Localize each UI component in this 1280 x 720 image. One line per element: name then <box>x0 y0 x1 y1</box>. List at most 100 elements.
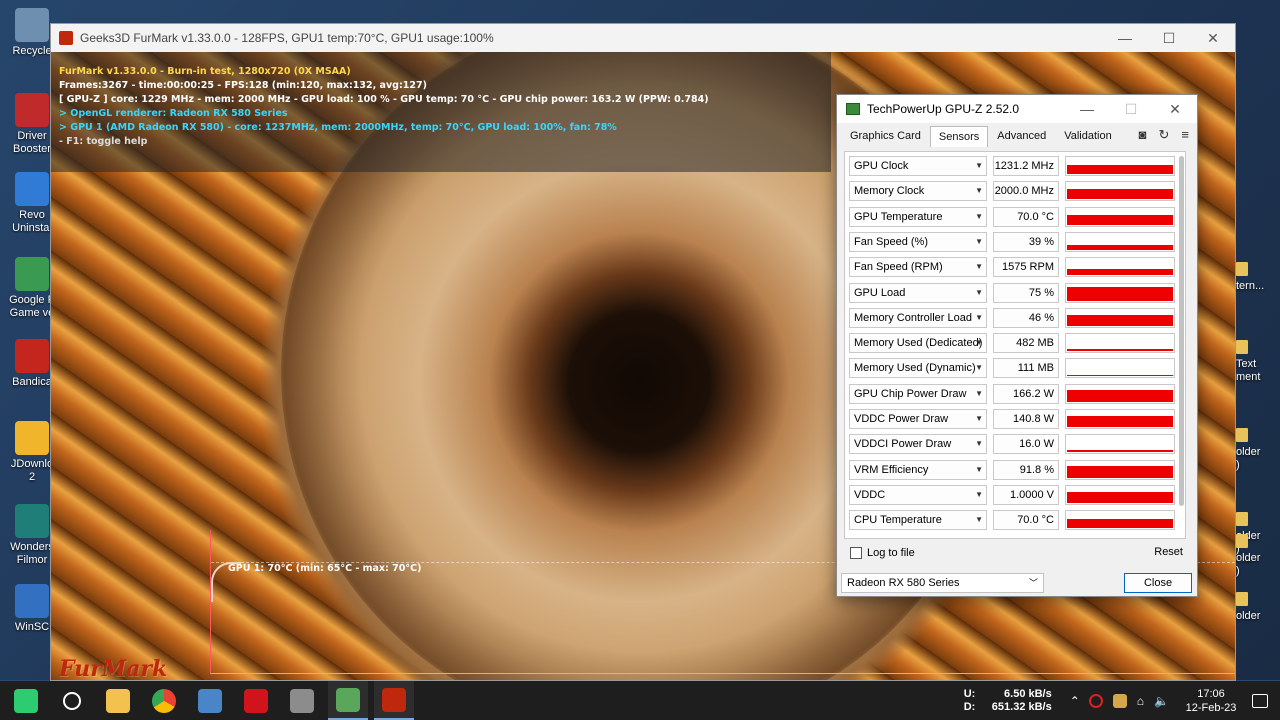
desktop-icon[interactable]: tern... <box>1236 262 1280 293</box>
tab-sensors[interactable]: Sensors <box>929 126 989 147</box>
sensor-graph <box>1065 409 1175 429</box>
sensor-graph-fill <box>1067 314 1173 326</box>
furmark-logo: FurMark <box>59 656 168 680</box>
upload-value: 6.50 kB/s <box>1004 688 1052 700</box>
system-tray: U: 6.50 kB/s D: 651.32 kB/s ⌃ ⌂ 🔈 17:06 … <box>964 681 1280 720</box>
sensor-name: VDDC <box>854 488 886 501</box>
notification-icon[interactable] <box>1252 693 1268 708</box>
folder-icon <box>1236 428 1248 442</box>
sensor-value: 111 MB <box>993 358 1059 379</box>
close-button[interactable]: Close <box>1124 573 1192 593</box>
device-select[interactable]: Radeon RX 580 Series ﹀ <box>841 573 1044 593</box>
chevron-up-icon[interactable]: ⌃ <box>1070 694 1080 708</box>
sensor-graph-fill <box>1067 416 1173 427</box>
sensor-graph-fill <box>1067 286 1173 301</box>
sensor-graph-fill <box>1067 214 1173 225</box>
sensor-row: Fan Speed (RPM) ▼ 1575 RPM <box>849 257 1179 279</box>
sensor-graph <box>1065 257 1175 278</box>
sensor-name-dropdown[interactable]: GPU Temperature ▼ <box>849 206 987 227</box>
desktop-icon[interactable]: Text ment <box>1236 340 1280 384</box>
maximize-icon[interactable]: ☐ <box>1147 24 1191 52</box>
desktop-icon[interactable]: older <box>1236 592 1280 623</box>
sensor-list[interactable]: GPU Clock ▼ 1231.2 MHz Memory Clock ▼ 2000.0 … <box>844 151 1186 539</box>
taskbar-start-button[interactable] <box>6 681 46 720</box>
sensor-row: GPU Temperature ▼ 70.0 °C <box>849 206 1179 229</box>
sensor-row: CPU Temperature ▼ 70.0 °C <box>849 510 1179 532</box>
log-to-file-option[interactable]: Log to file <box>850 547 915 559</box>
sensor-row: VDDC ▼ 1.0000 V <box>849 484 1179 507</box>
gpu-tool-icon <box>290 688 314 713</box>
sensor-value: 46 % <box>993 307 1059 328</box>
sensor-value: 16.0 W <box>993 434 1059 455</box>
sensor-name: GPU Chip Power Draw <box>854 387 967 400</box>
clock[interactable]: 17:06 12-Feb-23 <box>1180 687 1242 715</box>
osd-line-1: FurMark v1.33.0.0 - Burn-in test, 1280x7… <box>59 66 351 77</box>
refresh-icon[interactable]: ↻ <box>1159 127 1170 143</box>
desktop-icon[interactable]: older ) <box>1236 534 1280 578</box>
taskbar-monitor-app-button[interactable] <box>190 681 230 720</box>
furmark-titlebar[interactable]: Geeks3D FurMark v1.33.0.0 - 128FPS, GPU1… <box>51 24 1235 52</box>
sensor-name-dropdown[interactable]: VRM Efficiency ▼ <box>849 459 987 480</box>
sensor-name-dropdown[interactable]: Fan Speed (RPM) ▼ <box>849 257 987 278</box>
tab-validation[interactable]: Validation <box>1055 125 1121 147</box>
dropdown-arrow-icon: ▼ <box>975 236 983 246</box>
record-icon[interactable] <box>1088 693 1103 708</box>
sensor-name-dropdown[interactable]: Memory Clock ▼ <box>849 181 987 202</box>
sensor-list-scrollbar[interactable] <box>1179 156 1184 506</box>
sensor-value: 39 % <box>993 231 1059 252</box>
desktop-icon[interactable]: older ) <box>1236 428 1280 472</box>
tab-advanced[interactable]: Advanced <box>988 125 1055 147</box>
maximize-icon: ☐ <box>1124 100 1138 117</box>
tray-app-icon[interactable] <box>1112 693 1127 708</box>
sensor-name-dropdown[interactable]: GPU Chip Power Draw ▼ <box>849 383 987 404</box>
volume-icon[interactable]: 🔈 <box>1154 694 1169 708</box>
sensor-graph <box>1065 156 1175 176</box>
taskbar-search-button[interactable] <box>52 681 92 720</box>
sensor-name-dropdown[interactable]: Memory Used (Dedicated) ▼ <box>849 333 987 354</box>
sensor-row: Fan Speed (%) ▼ 39 % <box>849 231 1179 254</box>
log-to-file-label: Log to file <box>867 547 915 559</box>
sensor-row: GPU Load ▼ 75 % <box>849 282 1179 305</box>
folder-icon <box>1236 534 1248 548</box>
sensor-value: 482 MB <box>993 333 1059 354</box>
network-icon[interactable]: ⌂ <box>1137 694 1144 708</box>
dropdown-arrow-icon: ▼ <box>975 464 983 474</box>
sensor-name-dropdown[interactable]: GPU Clock ▼ <box>849 156 987 176</box>
taskbar-file-explorer-button[interactable] <box>98 681 138 720</box>
tab-graphics-card[interactable]: Graphics Card <box>841 125 930 147</box>
sensor-name-dropdown[interactable]: Memory Used (Dynamic) ▼ <box>849 358 987 379</box>
log-to-file-checkbox[interactable] <box>850 547 862 559</box>
sensor-graph <box>1065 181 1175 202</box>
menu-icon[interactable]: ≡ <box>1181 127 1189 143</box>
file-explorer-icon <box>106 688 130 713</box>
taskbar-gpu-tool-button[interactable] <box>282 681 322 720</box>
minimize-icon[interactable]: — <box>1065 95 1109 123</box>
camera-icon[interactable]: ◙ <box>1139 127 1147 143</box>
sensor-name-dropdown[interactable]: Fan Speed (%) ▼ <box>849 231 987 252</box>
taskbar-gpu-z-button[interactable] <box>328 681 368 720</box>
sensor-graph-fill <box>1067 450 1173 453</box>
close-icon[interactable]: ✕ <box>1153 95 1197 123</box>
download-label: D: <box>963 701 976 713</box>
sensor-name-dropdown[interactable]: GPU Load ▼ <box>849 282 987 303</box>
minimize-icon[interactable]: — <box>1103 24 1147 52</box>
sensor-name-dropdown[interactable]: CPU Temperature ▼ <box>849 510 987 531</box>
download-value: 651.32 kB/s <box>991 701 1052 713</box>
gpuz-titlebar[interactable]: TechPowerUp GPU-Z 2.52.0 — ☐ ✕ <box>837 95 1197 123</box>
taskbar-amd-software-button[interactable] <box>236 681 276 720</box>
taskbar-furmark-button[interactable] <box>374 681 414 720</box>
sensor-name: VDDC Power Draw <box>854 413 949 425</box>
sensor-name-dropdown[interactable]: VDDCI Power Draw ▼ <box>849 434 987 455</box>
search-icon <box>63 691 81 710</box>
furmark-icon <box>382 687 406 712</box>
reset-button[interactable]: Reset <box>1154 546 1183 558</box>
sensor-name-dropdown[interactable]: VDDC ▼ <box>849 484 987 505</box>
dropdown-arrow-icon: ▼ <box>975 515 983 525</box>
taskbar-chrome-button[interactable] <box>144 681 184 720</box>
close-icon[interactable]: ✕ <box>1191 24 1235 52</box>
desktop-icon-label: tern... <box>1236 280 1265 292</box>
app-icon <box>15 504 49 538</box>
sensor-name-dropdown[interactable]: VDDC Power Draw ▼ <box>849 409 987 429</box>
sensor-name-dropdown[interactable]: Memory Controller Load ▼ <box>849 307 987 328</box>
gpuz-window[interactable]: TechPowerUp GPU-Z 2.52.0 — ☐ ✕ Graphics … <box>836 94 1198 597</box>
